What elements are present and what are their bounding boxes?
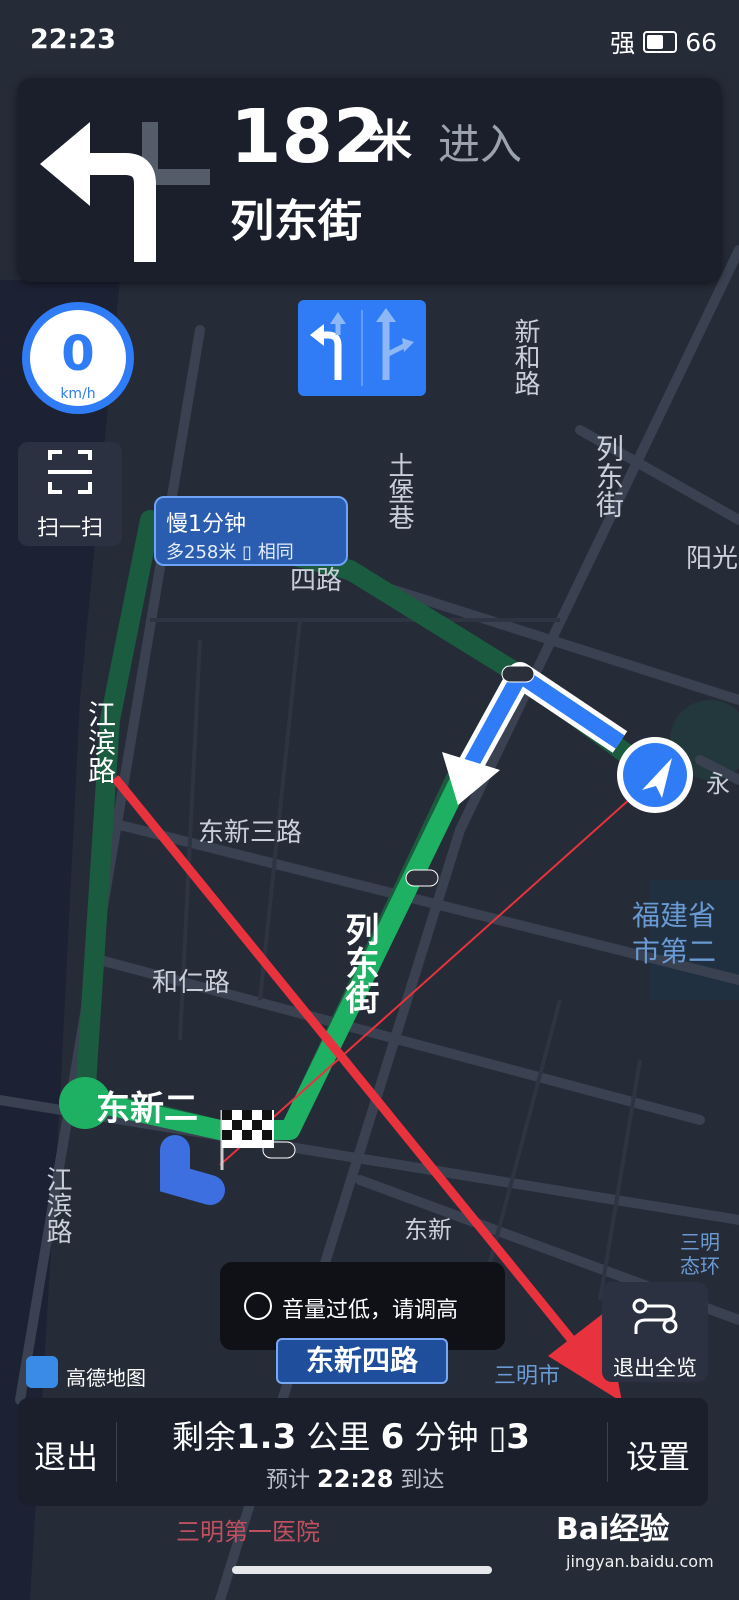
home-indicator[interactable] [232,1566,492,1574]
distance-unit: 公里 [306,1418,371,1456]
map-label-yangguang: 阳光 [686,544,739,574]
lane-guidance [298,300,426,396]
map-label-dongxin-er: 东新二 [96,1089,198,1129]
route-overview-icon [632,1298,678,1334]
remaining-prefix: 剩余 [172,1418,237,1456]
speed-value: 0 [61,326,95,382]
bottom-nav-bar: 退出 剩余1.3 公里 6 分钟 ▯3 预计 22:28 到达 设置 [18,1398,708,1506]
alt-route-distance-diff: 多258米 ▯ 相同 [166,538,294,564]
speedometer: 0 km/h [22,302,134,414]
remaining-distance: 1.3 [236,1417,297,1457]
divider [607,1422,608,1482]
scan-button[interactable]: 扫一扫 [18,442,122,546]
map-label-sulu: 四路 [290,566,343,596]
exit-navigation-button[interactable]: 退出 [34,1432,98,1478]
lane-arrows-icon [310,308,414,386]
turn-guidance-card: 182 米 进入 列东街 [18,78,721,282]
trip-summary: 剩余1.3 公里 6 分钟 ▯3 [172,1412,530,1458]
volume-toast-text: 音量过低，请调高 [282,1298,459,1323]
settings-button[interactable]: 设置 [626,1432,690,1478]
eta-row: 预计 22:28 到达 [266,1462,444,1494]
map-label-xinhe-road: 新和路 [510,318,540,396]
map-label-dongxin-san-road: 东新三路 [198,818,303,848]
baidu-watermark-url: jingyan.baidu.com [566,1552,714,1571]
exit-overview-button[interactable]: 退出全览 [602,1282,708,1382]
turn-distance-value: 182 [230,94,385,180]
alt-route-extra-distance: 多258米 [166,542,237,563]
alternative-route-bubble[interactable]: 慢1分钟 多258米 ▯ 相同 [154,496,348,566]
battery-level: 66 [685,27,717,57]
map-label-liedong-street: 列东街 [592,434,625,518]
gaode-brand-name: 高德地图 [66,1366,146,1390]
eta-time: 22:28 [317,1465,394,1493]
map-label-sanming-eco: 三明 [680,1230,720,1254]
map-label-eco: 态环 [680,1254,720,1278]
status-time: 22:23 [30,24,116,55]
gaode-logo-icon [26,1356,58,1388]
signal-label: 强 [610,29,636,58]
speaker-icon [244,1292,272,1320]
divider [116,1422,117,1482]
turn-distance-unit: 米 [368,116,412,167]
status-indicators: 强 66 [610,24,717,60]
traffic-light-icon: ▯ [488,1418,507,1456]
current-road-chip: 东新四路 [276,1338,448,1384]
scan-label: 扫一扫 [36,516,103,541]
map-label-shi-di-er: 市第二 [632,935,717,968]
exit-overview-label: 退出全览 [613,1356,697,1380]
eta-prefix: 预计 [266,1468,311,1493]
map-label-dongxin: 东新 [404,1216,452,1244]
alt-route-lights-same: 相同 [257,542,294,563]
alt-route-time-diff: 慢1分钟 [166,512,246,537]
turn-left-arrow-icon [40,122,210,262]
volume-low-toast: 音量过低，请调高 [220,1262,505,1350]
baidu-watermark: Bai经验 [556,1512,670,1547]
eta-suffix: 到达 [400,1468,445,1493]
battery-icon [643,31,678,53]
map-label-sanming-shi: 三明市 [494,1364,561,1389]
turn-action-label: 进入 [438,120,523,169]
map-label-tubao-lane: 土堡巷 [384,452,414,530]
traffic-light-count: 3 [506,1417,530,1457]
speed-unit: km/h [60,386,96,402]
remaining-time: 6 [380,1417,405,1457]
map-label-liedong-route: 列东街 [339,912,379,1014]
map-label-jiangbin-road-2: 江滨路 [42,1166,72,1244]
map-label-yong: 永 [706,770,730,798]
status-bar: 22:23 强 66 [0,0,739,72]
map-label-heren-road: 和仁路 [152,968,231,998]
time-unit: 分钟 [414,1418,479,1456]
map-label-fujian: 福建省 [632,899,717,932]
map-label-sanming-hospital: 三明第一医院 [176,1518,320,1546]
scan-icon [48,450,92,494]
map-label-jiangbin-road: 江滨路 [84,700,117,784]
next-street-name: 列东街 [230,196,362,247]
traffic-light-icon: ▯ [242,542,258,563]
